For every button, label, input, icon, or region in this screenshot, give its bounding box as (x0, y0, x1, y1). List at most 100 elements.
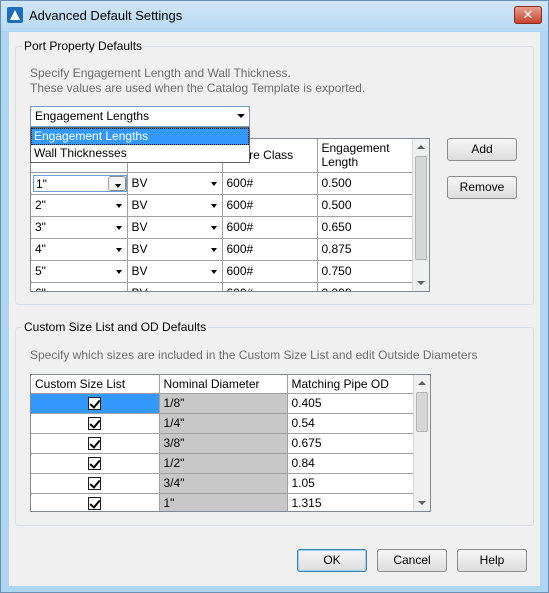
table-row[interactable]: 1/8" 0.405 (31, 393, 416, 414)
checkbox-checked[interactable] (88, 397, 102, 411)
scroll-down-arrow-icon[interactable] (414, 494, 430, 511)
pressure-cell[interactable]: 600# (222, 194, 318, 217)
table-row[interactable]: 4" BV 600# 0.875 (31, 238, 415, 261)
custom-size-checkbox-cell[interactable] (31, 473, 160, 494)
scroll-down-arrow-icon[interactable] (413, 274, 429, 291)
table-row[interactable]: 1" BV 600# 0.500 (31, 172, 415, 195)
table-row[interactable]: 1/4" 0.54 (31, 413, 416, 434)
checkbox-checked[interactable] (88, 497, 102, 511)
chevron-down-icon (237, 114, 245, 118)
table-row[interactable]: 1" 1.315 (31, 493, 416, 511)
chevron-down-icon[interactable] (210, 203, 217, 208)
od-cell[interactable]: 0.54 (287, 413, 416, 434)
close-button[interactable]: ✕ (514, 6, 542, 24)
custom-size-checkbox-cell[interactable] (31, 413, 160, 434)
type-cell[interactable]: BV (127, 194, 223, 217)
size-cell[interactable]: 4" (31, 238, 128, 261)
custom-size-checkbox-cell[interactable] (31, 453, 160, 474)
chevron-down-icon[interactable] (116, 292, 122, 293)
chevron-down-icon[interactable] (210, 269, 217, 274)
port-grid-scrollbar[interactable] (412, 139, 429, 291)
size-cell[interactable]: 5" (31, 260, 128, 283)
pressure-cell[interactable]: 600# (222, 172, 318, 195)
custom-size-grid[interactable]: Custom Size List Nominal Diameter Matchi… (30, 374, 431, 512)
od-cell[interactable]: 0.405 (287, 393, 416, 414)
type-cell[interactable]: BV (127, 260, 223, 283)
table-row[interactable]: 5" BV 600# 0.750 (31, 260, 415, 283)
add-button[interactable]: Add (447, 138, 517, 161)
chevron-down-icon[interactable] (115, 203, 122, 208)
length-cell[interactable]: 0.500 (317, 194, 415, 217)
length-cell[interactable]: 0.650 (317, 216, 415, 239)
col-header-nominal-diameter[interactable]: Nominal Diameter (159, 375, 288, 394)
od-cell[interactable]: 1.05 (287, 473, 416, 494)
table-row[interactable]: 1/2" 0.84 (31, 453, 416, 474)
col-header-matching-pipe-od[interactable]: Matching Pipe OD (287, 375, 416, 394)
type-value: BV (131, 220, 148, 234)
chevron-down-icon[interactable] (210, 181, 217, 186)
chevron-down-icon[interactable] (210, 247, 217, 252)
pressure-cell[interactable]: 600# (222, 216, 318, 239)
chevron-down-icon[interactable] (115, 247, 122, 252)
type-value: BV (132, 286, 148, 291)
scrollbar-thumb[interactable] (416, 392, 428, 432)
checkbox-checked[interactable] (88, 477, 102, 491)
length-cell[interactable]: 0.500 (317, 172, 415, 195)
size-cell-combo[interactable]: 1" (33, 174, 126, 192)
checkbox-checked[interactable] (88, 457, 102, 471)
type-value: BV (131, 242, 148, 256)
type-cell[interactable]: BV (127, 238, 223, 261)
size-cell[interactable]: 1" (31, 172, 128, 195)
type-cell[interactable]: BV (127, 216, 223, 239)
cancel-button[interactable]: Cancel (377, 549, 447, 572)
pressure-cell[interactable]: 600# (222, 238, 318, 261)
size-cell[interactable]: 6" (31, 282, 128, 293)
table-row[interactable]: 3/4" 1.05 (31, 473, 416, 494)
ok-button[interactable]: OK (297, 549, 367, 572)
table-row[interactable]: 6" BV 600# 0.900 (31, 282, 415, 293)
scroll-up-arrow-icon[interactable] (413, 139, 429, 156)
od-cell[interactable]: 1.315 (287, 493, 416, 511)
custom-size-checkbox-cell[interactable] (31, 493, 160, 511)
length-cell[interactable]: 0.900 (317, 282, 415, 291)
port-hint-line2: These values are used when the Catalog T… (30, 81, 366, 95)
custom-size-checkbox-cell[interactable] (31, 393, 160, 414)
size-cell[interactable]: 3" (31, 216, 128, 239)
pressure-cell[interactable]: 600# (222, 260, 318, 283)
checkbox-checked[interactable] (88, 437, 102, 451)
type-cell[interactable]: BV (127, 282, 223, 293)
chevron-down-icon[interactable] (107, 175, 126, 191)
chevron-down-icon[interactable] (210, 225, 217, 230)
scroll-up-arrow-icon[interactable] (414, 375, 430, 392)
chevron-down-icon[interactable] (115, 225, 122, 230)
port-type-dropdown-list[interactable]: Engagement Lengths Wall Thicknesses (30, 127, 250, 163)
length-cell[interactable]: 0.875 (317, 238, 415, 261)
table-row[interactable]: 2" BV 600# 0.500 (31, 194, 415, 217)
table-row[interactable]: 3" BV 600# 0.650 (31, 216, 415, 239)
nominal-cell: 1/8" (159, 393, 288, 414)
chevron-down-icon[interactable] (211, 292, 217, 293)
nominal-cell: 1" (159, 493, 288, 511)
group-legend-port: Port Property Defaults (22, 39, 145, 53)
custom-size-checkbox-cell[interactable] (31, 433, 160, 454)
pressure-cell[interactable]: 600# (222, 282, 318, 291)
help-button[interactable]: Help (457, 549, 527, 572)
custom-grid-scrollbar[interactable] (413, 375, 430, 511)
dropdown-option-wall-thicknesses[interactable]: Wall Thicknesses (31, 145, 249, 162)
chevron-down-icon[interactable] (115, 269, 122, 274)
od-cell[interactable]: 0.84 (287, 453, 416, 474)
size-cell[interactable]: 2" (31, 194, 128, 217)
port-type-combo[interactable]: Engagement Lengths (30, 106, 250, 127)
remove-button[interactable]: Remove (447, 176, 517, 199)
nominal-cell: 1/4" (159, 413, 288, 434)
table-row[interactable]: 3/8" 0.675 (31, 433, 416, 454)
dropdown-option-engagement-lengths[interactable]: Engagement Lengths (31, 128, 249, 145)
title-bar[interactable]: Advanced Default Settings ✕ (1, 1, 548, 31)
type-cell[interactable]: BV (127, 172, 223, 195)
checkbox-checked[interactable] (88, 417, 102, 431)
col-header-custom-size-list[interactable]: Custom Size List (31, 375, 160, 394)
col-header-engagement-length[interactable]: Engagement Length (317, 139, 415, 173)
od-cell[interactable]: 0.675 (287, 433, 416, 454)
length-cell[interactable]: 0.750 (317, 260, 415, 283)
scrollbar-thumb[interactable] (415, 156, 427, 260)
